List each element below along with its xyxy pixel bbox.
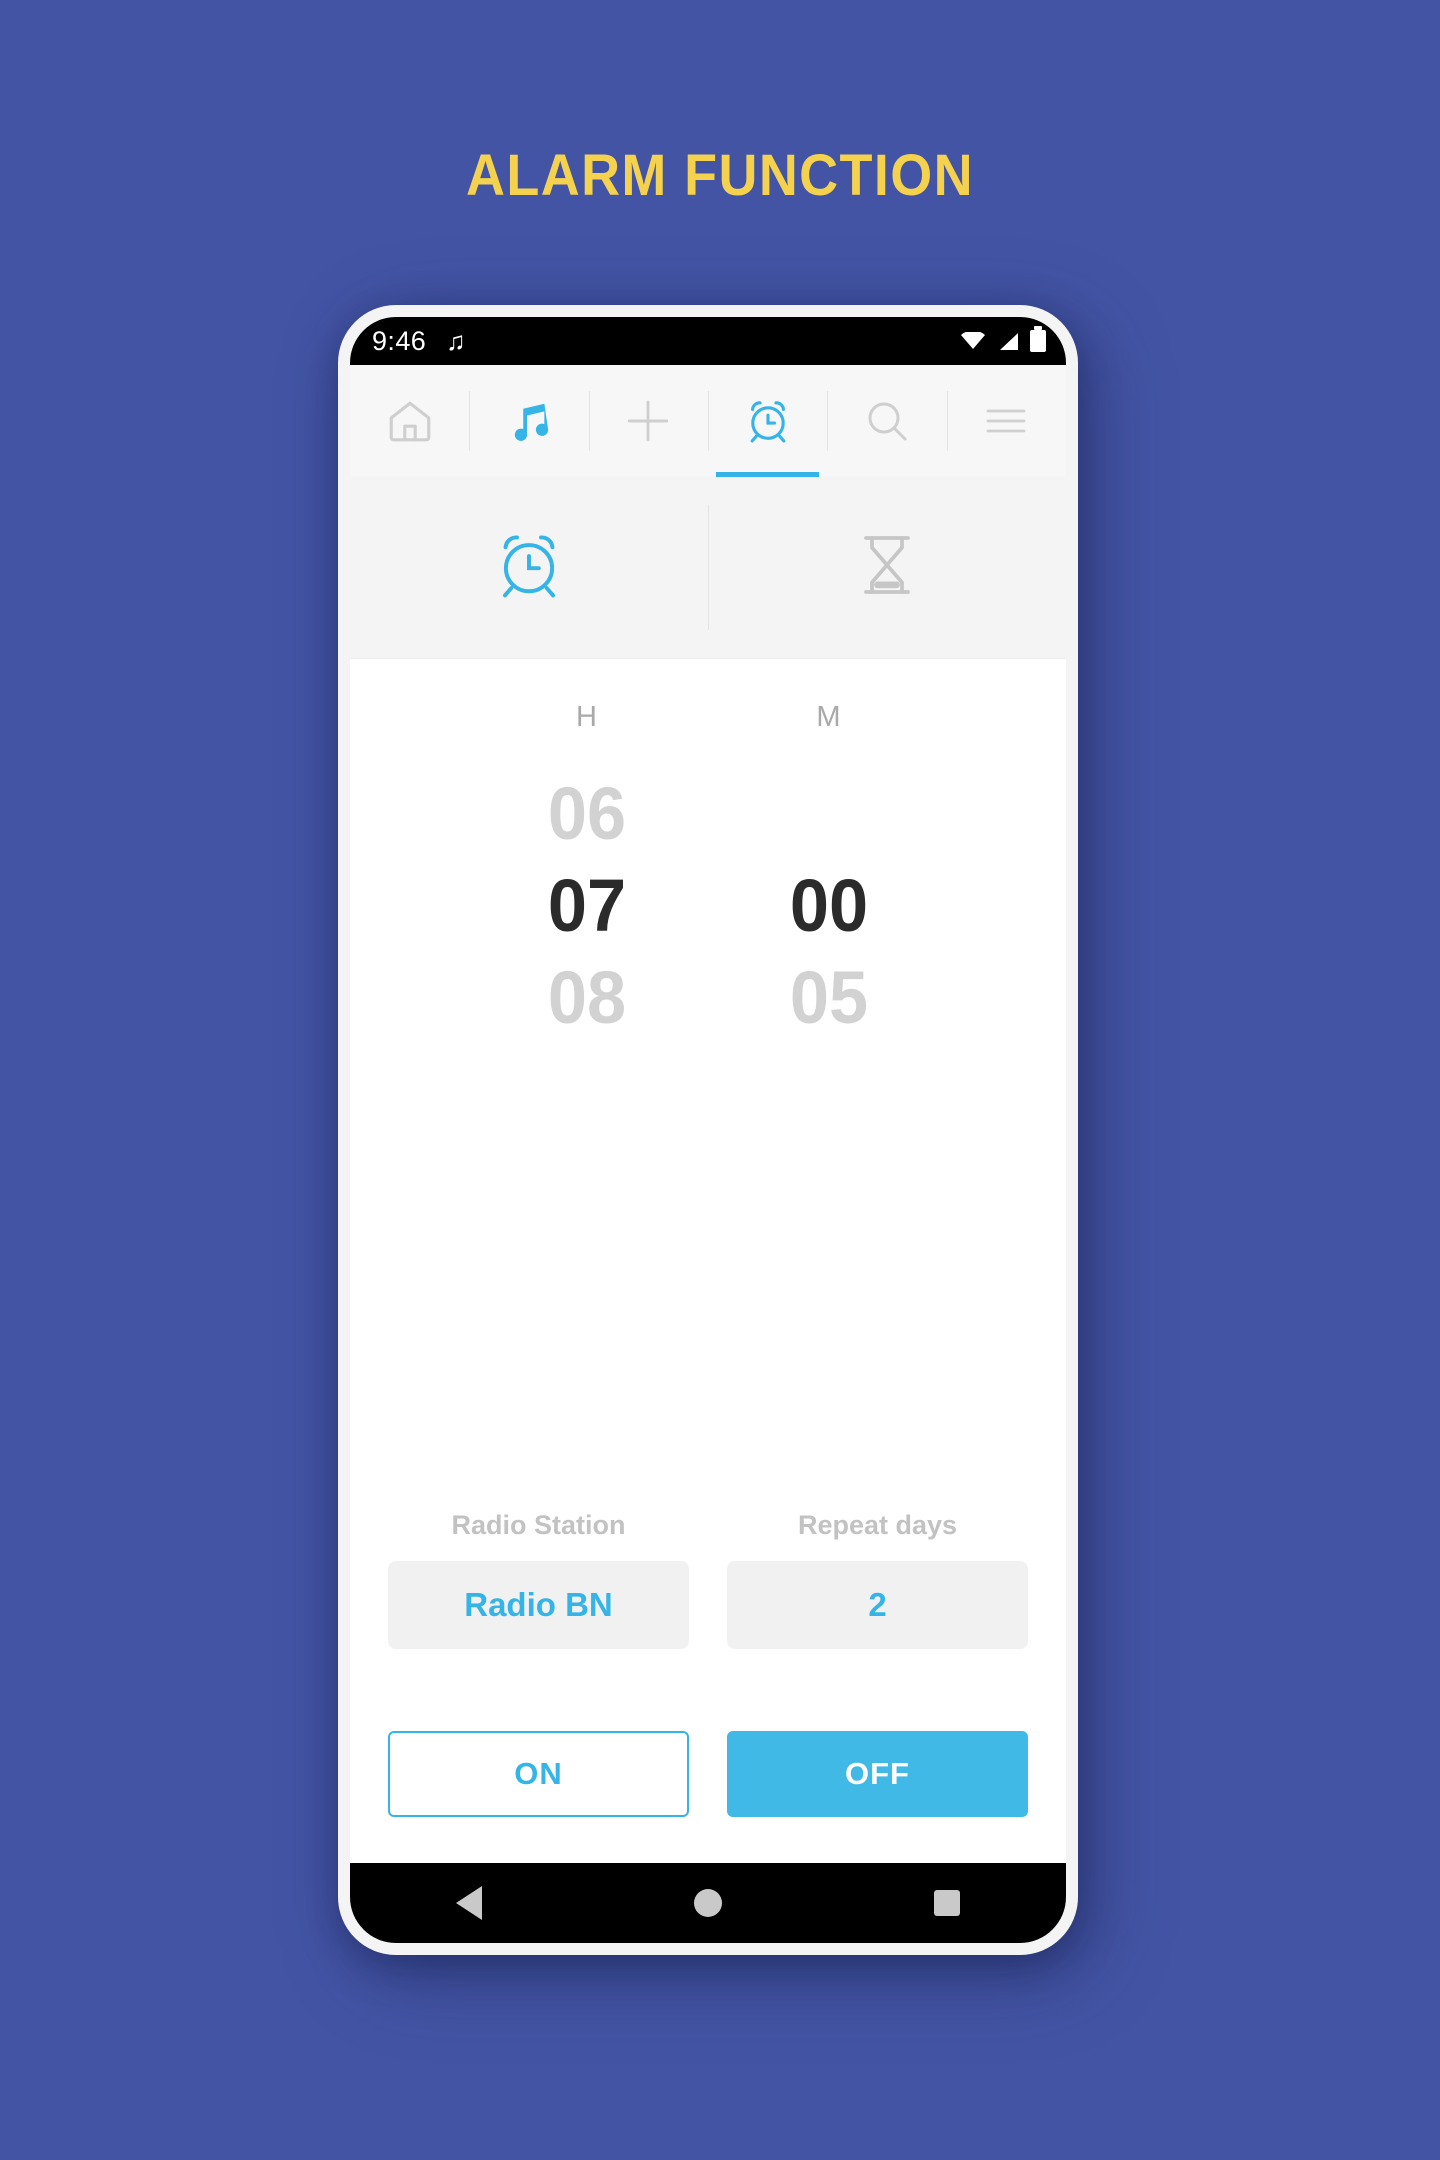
settings-fields: Radio Station Radio BN Repeat days 2 (388, 1510, 1028, 1649)
nav-item-search[interactable] (827, 365, 946, 477)
music-note-icon (506, 398, 552, 444)
radio-station-value[interactable]: Radio BN (388, 1561, 689, 1649)
radio-station-label: Radio Station (451, 1510, 626, 1540)
plus-icon (623, 396, 673, 446)
minute-column[interactable]: M 00 05 (754, 701, 904, 1043)
top-navigation-bar (350, 365, 1066, 477)
hour-selected[interactable]: 07 (516, 860, 659, 952)
hour-label: H (576, 701, 598, 733)
repeat-days-value[interactable]: 2 (727, 1561, 1028, 1649)
android-recents-button[interactable] (902, 1863, 992, 1943)
back-triangle-icon (456, 1886, 483, 1920)
battery-icon (1030, 326, 1046, 352)
field-repeat-days: Repeat days 2 (727, 1510, 1028, 1649)
hourglass-icon (851, 529, 923, 606)
page-root: ALARM FUNCTION 9:46 ♫ H 06 07 08 M 00 05… (0, 0, 1440, 2160)
phone-screen: 9:46 ♫ H 06 07 08 M 00 05 Radio Station … (350, 317, 1066, 1943)
tab-alarm[interactable] (350, 477, 708, 658)
android-navigation-bar (350, 1863, 1066, 1943)
mode-tab-row (350, 477, 1066, 659)
signal-icon (996, 332, 1020, 351)
alarm-on-button[interactable]: ON (388, 1731, 689, 1817)
nav-item-music[interactable] (469, 365, 588, 477)
field-radio-station: Radio Station Radio BN (388, 1510, 689, 1649)
android-home-button[interactable] (663, 1863, 753, 1943)
wifi-icon (960, 330, 986, 350)
status-time: 9:46 (372, 325, 427, 356)
minute-selected[interactable]: 00 (758, 860, 901, 952)
status-icons (960, 326, 1046, 352)
hour-next[interactable]: 08 (516, 952, 659, 1044)
minute-label: M (816, 701, 842, 733)
repeat-days-label: Repeat days (797, 1510, 958, 1540)
nav-item-add[interactable] (588, 365, 708, 477)
alarm-off-button[interactable]: OFF (727, 1731, 1028, 1817)
hamburger-icon (982, 397, 1030, 445)
status-bar: 9:46 ♫ (350, 317, 1066, 365)
hour-column[interactable]: H 06 07 08 (512, 701, 662, 1043)
alarm-action-buttons: ON OFF (388, 1731, 1028, 1817)
time-picker: H 06 07 08 M 00 05 (388, 659, 1028, 1043)
phone-mockup: 9:46 ♫ H 06 07 08 M 00 05 Radio Station … (338, 305, 1078, 1955)
hour-previous[interactable]: 06 (516, 768, 659, 860)
minute-next[interactable]: 05 (758, 952, 901, 1044)
nav-item-home[interactable] (350, 365, 469, 477)
page-title: ALARM FUNCTION (466, 143, 974, 208)
search-icon (863, 397, 911, 445)
home-icon (385, 396, 435, 446)
tab-timer[interactable] (708, 477, 1066, 658)
android-back-button[interactable] (424, 1863, 514, 1943)
alarm-clock-icon (743, 396, 793, 446)
home-circle-icon (693, 1889, 722, 1917)
alarm-body: H 06 07 08 M 00 05 Radio Station Radio B… (350, 659, 1066, 1863)
nav-item-menu[interactable] (946, 365, 1066, 477)
alarm-clock-icon (491, 527, 567, 608)
music-note-status-icon: ♫ (446, 326, 466, 356)
nav-item-alarm[interactable] (707, 365, 827, 477)
recents-square-icon (933, 1890, 960, 1916)
